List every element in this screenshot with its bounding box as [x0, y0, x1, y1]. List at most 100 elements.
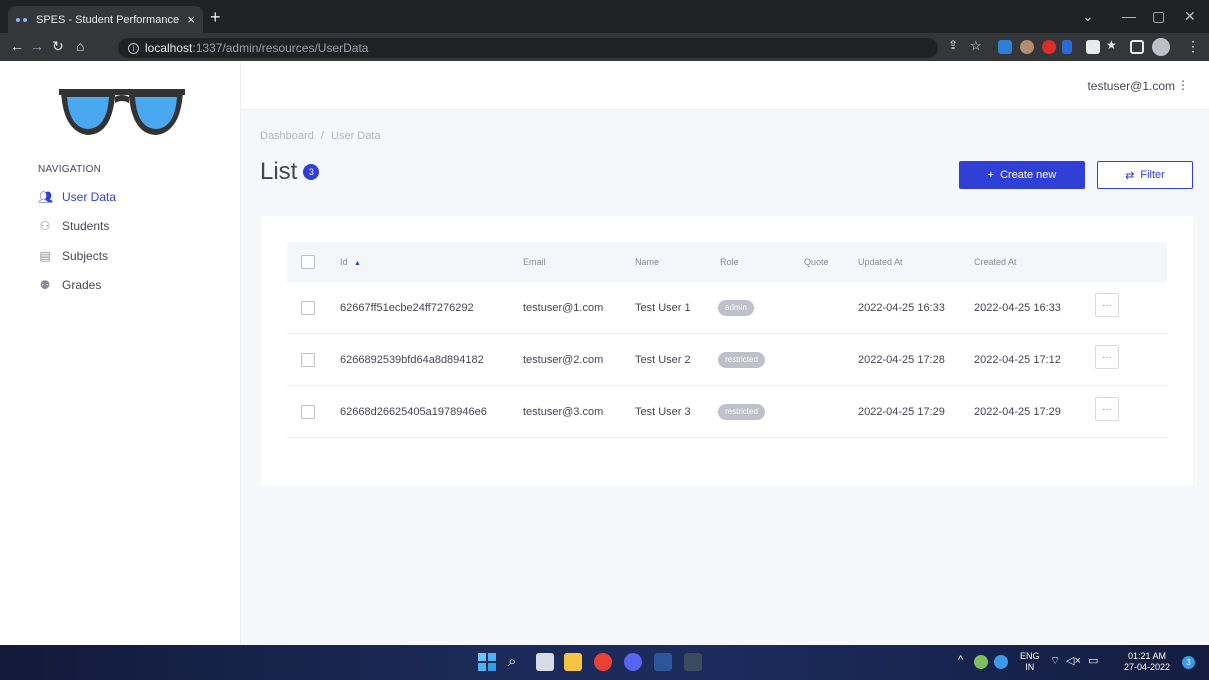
notification-badge[interactable]: 3 — [1182, 656, 1195, 669]
browser-tab[interactable]: SPES - Student Performance Eval × — [8, 6, 203, 33]
nav-heading: NAVIGATION — [38, 164, 102, 175]
site-info-icon[interactable]: i — [128, 42, 139, 54]
extension-icon[interactable] — [1020, 40, 1034, 54]
url-path: :1337/admin/resources/UserData — [192, 41, 369, 55]
home-icon[interactable]: ⌂ — [76, 38, 84, 54]
filter-label: Filter — [1140, 169, 1165, 181]
table-row[interactable]: 62667ff51ecbe24ff7276292 testuser@1.com … — [287, 282, 1167, 334]
cell-updated-at: 2022-04-25 16:33 — [858, 302, 945, 314]
minimize-icon[interactable]: — — [1122, 8, 1136, 24]
column-header-name[interactable]: Name — [635, 257, 659, 267]
extension-icon[interactable] — [1086, 40, 1100, 54]
row-actions-button[interactable]: ··· — [1095, 345, 1119, 369]
column-header-role[interactable]: Role — [720, 257, 739, 267]
row-checkbox[interactable] — [301, 301, 315, 315]
volume-icon[interactable]: ◁× — [1066, 656, 1081, 667]
clock[interactable]: 01:21 AM 27-04-2022 — [1124, 651, 1170, 673]
file-explorer-icon[interactable] — [564, 653, 582, 671]
logged-in-user[interactable]: testuser@1.com — [1087, 79, 1175, 93]
breadcrumb-dashboard[interactable]: Dashboard — [260, 130, 314, 142]
tab-favicon-icon — [16, 15, 30, 25]
side-panel-icon[interactable] — [1130, 40, 1144, 54]
column-header-created-at[interactable]: Created At — [974, 257, 1017, 267]
sidebar-item-user-data[interactable]: 👥︎ User Data — [38, 187, 116, 207]
maximize-icon[interactable]: ▢ — [1152, 8, 1165, 25]
extension-icon[interactable] — [1042, 40, 1056, 54]
column-header-email[interactable]: Email — [523, 257, 546, 267]
select-all-checkbox[interactable] — [301, 255, 315, 269]
sidebar-item-label: Students — [62, 219, 110, 233]
tab-search-icon[interactable]: ⌄ — [1082, 8, 1094, 25]
cell-id[interactable]: 6266892539bfd64a8d894182 — [340, 354, 484, 366]
extension-icon[interactable] — [1062, 40, 1072, 54]
cell-updated-at: 2022-04-25 17:29 — [858, 406, 945, 418]
plus-icon: + — [987, 169, 995, 181]
address-bar-row: ← → ↻ ⌂ i localhost:1337/admin/resources… — [0, 33, 1209, 61]
page-title-text: List — [260, 158, 298, 185]
discord-icon[interactable] — [624, 653, 642, 671]
task-view-icon[interactable] — [536, 653, 554, 671]
tray-app-icon[interactable] — [974, 655, 988, 669]
tab-title: SPES - Student Performance Eval — [36, 13, 181, 26]
start-windows-icon[interactable] — [478, 653, 496, 671]
breadcrumb-current[interactable]: User Data — [331, 130, 381, 142]
cell-name: Test User 1 — [635, 302, 691, 314]
bookmark-star-icon[interactable]: ☆ — [970, 38, 982, 54]
extension-icon[interactable] — [998, 40, 1012, 54]
search-icon[interactable]: ⌕ — [508, 653, 526, 671]
record-count-badge: 3 — [303, 164, 320, 180]
user-menu-icon[interactable]: ⋮ — [1177, 78, 1189, 92]
table-row[interactable]: 6266892539bfd64a8d894182 testuser@2.com … — [287, 334, 1167, 386]
row-actions-button[interactable]: ··· — [1095, 293, 1119, 317]
row-checkbox[interactable] — [301, 405, 315, 419]
extensions-puzzle-icon[interactable]: ★ — [1106, 38, 1117, 52]
sidebar-item-students[interactable]: ⚇ Students — [38, 216, 110, 236]
table-row[interactable]: 62668d26625405a1978946e6 testuser@3.com … — [287, 386, 1167, 438]
row-actions-button[interactable]: ··· — [1095, 397, 1119, 421]
os-taskbar: ⌕ ^ ENG IN ⌔ ◁× ▭ 01:21 AM 27-04-2022 3 — [0, 645, 1209, 680]
row-checkbox[interactable] — [301, 353, 315, 367]
forward-icon[interactable]: → — [30, 38, 44, 54]
back-icon[interactable]: ← — [10, 38, 24, 54]
new-tab-button[interactable]: + — [210, 7, 221, 28]
word-icon[interactable] — [654, 653, 672, 671]
cell-name: Test User 3 — [635, 406, 691, 418]
grades-icon: ⚉ — [39, 278, 51, 292]
create-new-button[interactable]: + Create new — [959, 161, 1085, 189]
logo-sunglasses-icon[interactable] — [57, 81, 187, 141]
share-icon[interactable]: ⇪ — [948, 38, 958, 52]
cell-created-at: 2022-04-25 17:12 — [974, 354, 1061, 366]
sidebar-item-grades[interactable]: ⚉ Grades — [38, 275, 102, 295]
sidebar-item-subjects[interactable]: ▤ Subjects — [38, 246, 108, 266]
breadcrumb: Dashboard / User Data — [260, 130, 381, 142]
reload-icon[interactable]: ↻ — [52, 38, 64, 55]
chrome-icon[interactable] — [594, 653, 612, 671]
cell-email: testuser@1.com — [523, 302, 604, 314]
url-host: localhost — [145, 41, 193, 55]
sidebar-item-label: Subjects — [62, 249, 109, 263]
close-window-icon[interactable]: ✕ — [1184, 8, 1196, 25]
profile-avatar-icon[interactable] — [1152, 38, 1170, 56]
column-header-id[interactable]: Id ▲ — [340, 257, 361, 267]
terminal-icon[interactable] — [684, 653, 702, 671]
role-badge: admin — [718, 300, 754, 316]
column-header-updated-at[interactable]: Updated At — [858, 257, 903, 267]
tab-close-icon[interactable]: × — [187, 12, 195, 27]
language-indicator[interactable]: ENG IN — [1020, 651, 1040, 673]
tray-chevron-icon[interactable]: ^ — [958, 655, 963, 666]
cell-id[interactable]: 62667ff51ecbe24ff7276292 — [340, 302, 474, 314]
cell-updated-at: 2022-04-25 17:28 — [858, 354, 945, 366]
tray-app-icon[interactable] — [994, 655, 1008, 669]
sort-ascending-icon: ▲ — [354, 260, 361, 267]
filter-button[interactable]: ⇄ Filter — [1097, 161, 1193, 189]
cell-id[interactable]: 62668d26625405a1978946e6 — [340, 406, 487, 418]
url-field[interactable]: i localhost:1337/admin/resources/UserDat… — [118, 38, 938, 58]
role-badge: restricted — [718, 352, 765, 368]
battery-icon[interactable]: ▭ — [1088, 656, 1098, 667]
column-header-quote[interactable]: Quote — [804, 257, 829, 267]
wifi-icon[interactable]: ⌔ — [1050, 656, 1060, 667]
sidebar-item-label: Grades — [62, 278, 102, 292]
filter-icon: ⇄ — [1125, 169, 1135, 182]
cell-created-at: 2022-04-25 17:29 — [974, 406, 1061, 418]
browser-menu-icon[interactable]: ⋮ — [1186, 38, 1200, 55]
